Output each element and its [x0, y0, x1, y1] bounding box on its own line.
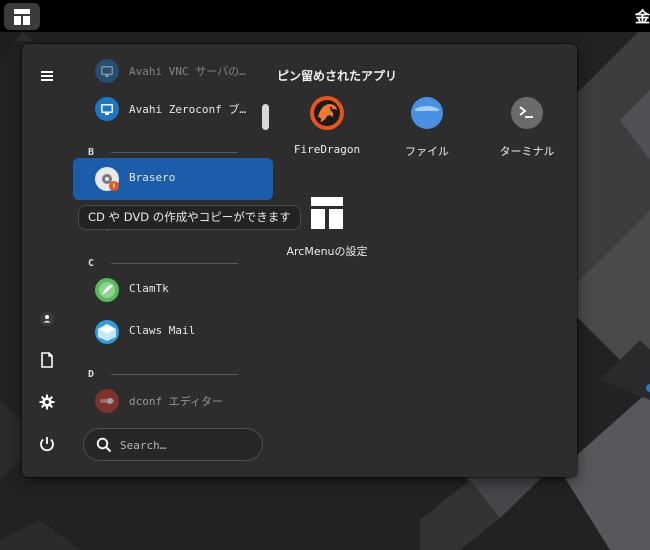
list-item[interactable]: dconf エディター	[73, 380, 273, 420]
top-panel: 金	[0, 0, 650, 32]
document-icon	[41, 352, 53, 368]
app-label: dconf エディター	[129, 395, 223, 408]
pinned-app-terminal[interactable]: ターミナル	[477, 95, 577, 165]
application-list[interactable]: Avahi VNC サーバの… Avahi Zeroconf ブ… B Bras…	[73, 52, 273, 420]
mail-icon	[95, 320, 119, 344]
app-list-scrollbar[interactable]	[262, 104, 269, 130]
app-label: ClamTk	[129, 282, 169, 295]
pinned-app-label: ターミナル	[499, 145, 555, 158]
app-label: Claws Mail	[129, 324, 196, 337]
files-icon	[411, 97, 443, 129]
app-label: Avahi Zeroconf ブ…	[129, 103, 246, 116]
list-item[interactable]: Avahi VNC サーバの…	[73, 52, 273, 92]
panel-clock[interactable]: 金	[635, 6, 650, 27]
section-divider	[111, 263, 238, 264]
app-label: Brasero	[129, 171, 176, 184]
search-box[interactable]	[83, 428, 263, 461]
terminal-icon	[511, 97, 543, 129]
pinned-app-firedragon[interactable]: FireDragon	[277, 95, 377, 165]
section-divider	[111, 152, 238, 153]
list-item[interactable]: Claws Mail	[73, 311, 273, 353]
list-item-selected[interactable]: Brasero	[73, 158, 273, 200]
app-tooltip: CD や DVD の作成やコピーができます	[78, 205, 301, 230]
pinned-apps-title: ピン留めされたアプリ	[277, 69, 398, 83]
arcmenu-settings-icon	[311, 197, 343, 229]
pinned-app-files[interactable]: ファイル	[377, 95, 477, 165]
rail-settings-button[interactable]	[34, 389, 60, 415]
network-display-icon	[95, 97, 119, 121]
app-label: Avahi VNC サーバの…	[129, 65, 246, 78]
arcmenu-popup: Avahi VNC サーバの… Avahi Zeroconf ブ… B Bras…	[22, 44, 577, 477]
rail-power-button[interactable]	[34, 431, 60, 457]
pinned-app-label: ArcMenuの設定	[286, 245, 368, 258]
list-item[interactable]: Avahi Zeroconf ブ…	[73, 88, 273, 130]
pinned-app-label: ファイル	[405, 145, 449, 158]
antivirus-icon	[95, 278, 119, 302]
hamburger-menu-icon	[41, 71, 53, 81]
menu-pointer-arrow	[14, 32, 32, 41]
firedragon-icon	[310, 96, 344, 130]
user-icon	[40, 312, 54, 326]
power-icon	[40, 437, 54, 452]
rail-user-button[interactable]	[34, 306, 60, 332]
disc-burner-icon	[95, 167, 119, 191]
arcmenu-button[interactable]	[4, 3, 40, 30]
rail-menu-button[interactable]	[34, 63, 60, 89]
search-icon	[96, 437, 112, 453]
rail-documents-button[interactable]	[34, 347, 60, 373]
section-divider	[111, 374, 238, 375]
list-item[interactable]: ClamTk	[73, 269, 273, 311]
settings-editor-icon	[95, 389, 119, 413]
gear-icon	[39, 394, 55, 410]
search-input[interactable]	[120, 435, 256, 455]
arcmenu-layout-icon	[14, 8, 30, 25]
network-display-icon	[95, 59, 119, 83]
pinned-app-label: FireDragon	[293, 143, 361, 156]
